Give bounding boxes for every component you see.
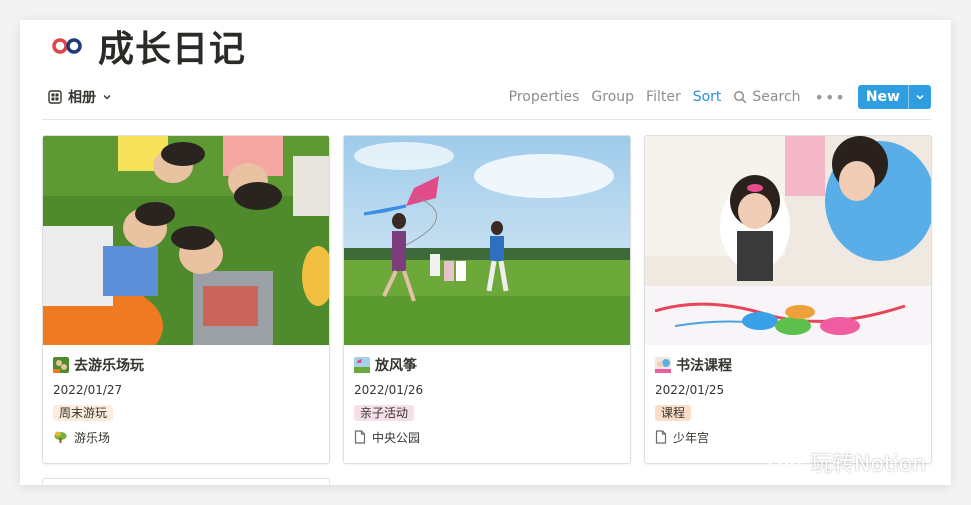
database-toolbar: 相册 Properties Group Filter Sort Search •… — [42, 84, 931, 110]
card-date: 2022/01/25 — [655, 383, 725, 397]
card-title: 去游乐场玩 — [74, 358, 144, 374]
photo-thumbnail-icon — [53, 357, 69, 373]
search-button[interactable]: Search — [733, 89, 801, 105]
new-dropdown-button[interactable] — [908, 85, 931, 109]
page-title[interactable]: 成长日记 — [98, 20, 246, 72]
gallery-grid-icon — [48, 90, 62, 104]
cover-image — [344, 136, 630, 345]
page-icon — [354, 430, 366, 444]
cover-image — [43, 136, 329, 345]
location-name: 中央公园 — [372, 430, 421, 445]
view-name: 相册 — [68, 90, 96, 106]
new-button[interactable]: New — [858, 85, 908, 109]
cover-image — [645, 136, 931, 345]
page-icon — [655, 430, 667, 444]
sort-button[interactable]: Sort — [693, 89, 722, 105]
location-row: 中央公园 — [354, 429, 620, 445]
card-properties: 放风筝 2022/01/26 亲子活动 中央公园 — [344, 345, 630, 445]
infinity-icon[interactable] — [50, 36, 84, 56]
wechat-icon — [768, 448, 801, 474]
photo-thumbnail-icon — [655, 357, 671, 373]
card-date: 2022/01/26 — [354, 383, 424, 397]
page-header: 成长日记 — [50, 24, 246, 70]
location-name: 少年宫 — [673, 430, 710, 445]
card-title-row: 去游乐场玩 — [53, 355, 319, 375]
search-icon — [734, 90, 747, 104]
gallery-card[interactable]: 放风筝 2022/01/26 亲子活动 中央公园 — [343, 135, 631, 464]
card-properties: 书法课程 2022/01/25 课程 少年宫 — [645, 345, 931, 445]
group-button[interactable]: Group — [591, 89, 634, 105]
gallery-card[interactable]: 去游乐场玩 2022/01/27 周末游玩 游乐场 — [42, 135, 330, 464]
gallery-card-partial[interactable] — [42, 478, 330, 485]
card-title-row: 书法课程 — [655, 355, 921, 375]
notion-page: 成长日记 相册 Properties Group Filter Sort Sea… — [20, 20, 951, 485]
chevron-down-icon — [103, 95, 111, 100]
filter-button[interactable]: Filter — [646, 89, 681, 105]
card-title: 书法课程 — [676, 358, 732, 374]
card-date: 2022/01/27 — [53, 383, 123, 397]
card-title-row: 放风筝 — [354, 355, 620, 375]
properties-button[interactable]: Properties — [509, 89, 580, 105]
watermark: 玩转Notion — [766, 446, 926, 478]
card-title: 放风筝 — [375, 358, 417, 374]
tag-badge: 课程 — [655, 405, 692, 421]
tag-badge: 周末游玩 — [53, 405, 114, 421]
location-row: 少年宫 — [655, 429, 921, 445]
card-properties: 去游乐场玩 2022/01/27 周末游玩 游乐场 — [43, 345, 329, 445]
watermark-text: 玩转Notion — [810, 452, 927, 477]
location-row: 游乐场 — [53, 429, 319, 445]
tag-badge: 亲子活动 — [354, 405, 415, 421]
location-name: 游乐场 — [74, 430, 111, 445]
view-switcher[interactable]: 相册 — [42, 85, 118, 109]
photo-thumbnail-icon — [354, 357, 370, 373]
toolbar-divider — [42, 119, 931, 120]
more-options-button[interactable]: ••• — [815, 88, 846, 107]
amusement-park-icon — [54, 431, 67, 443]
gallery-card[interactable]: 书法课程 2022/01/25 课程 少年宫 — [644, 135, 932, 464]
search-label: Search — [752, 89, 801, 105]
new-button-group: New — [857, 85, 931, 109]
chevron-down-icon — [916, 94, 924, 100]
